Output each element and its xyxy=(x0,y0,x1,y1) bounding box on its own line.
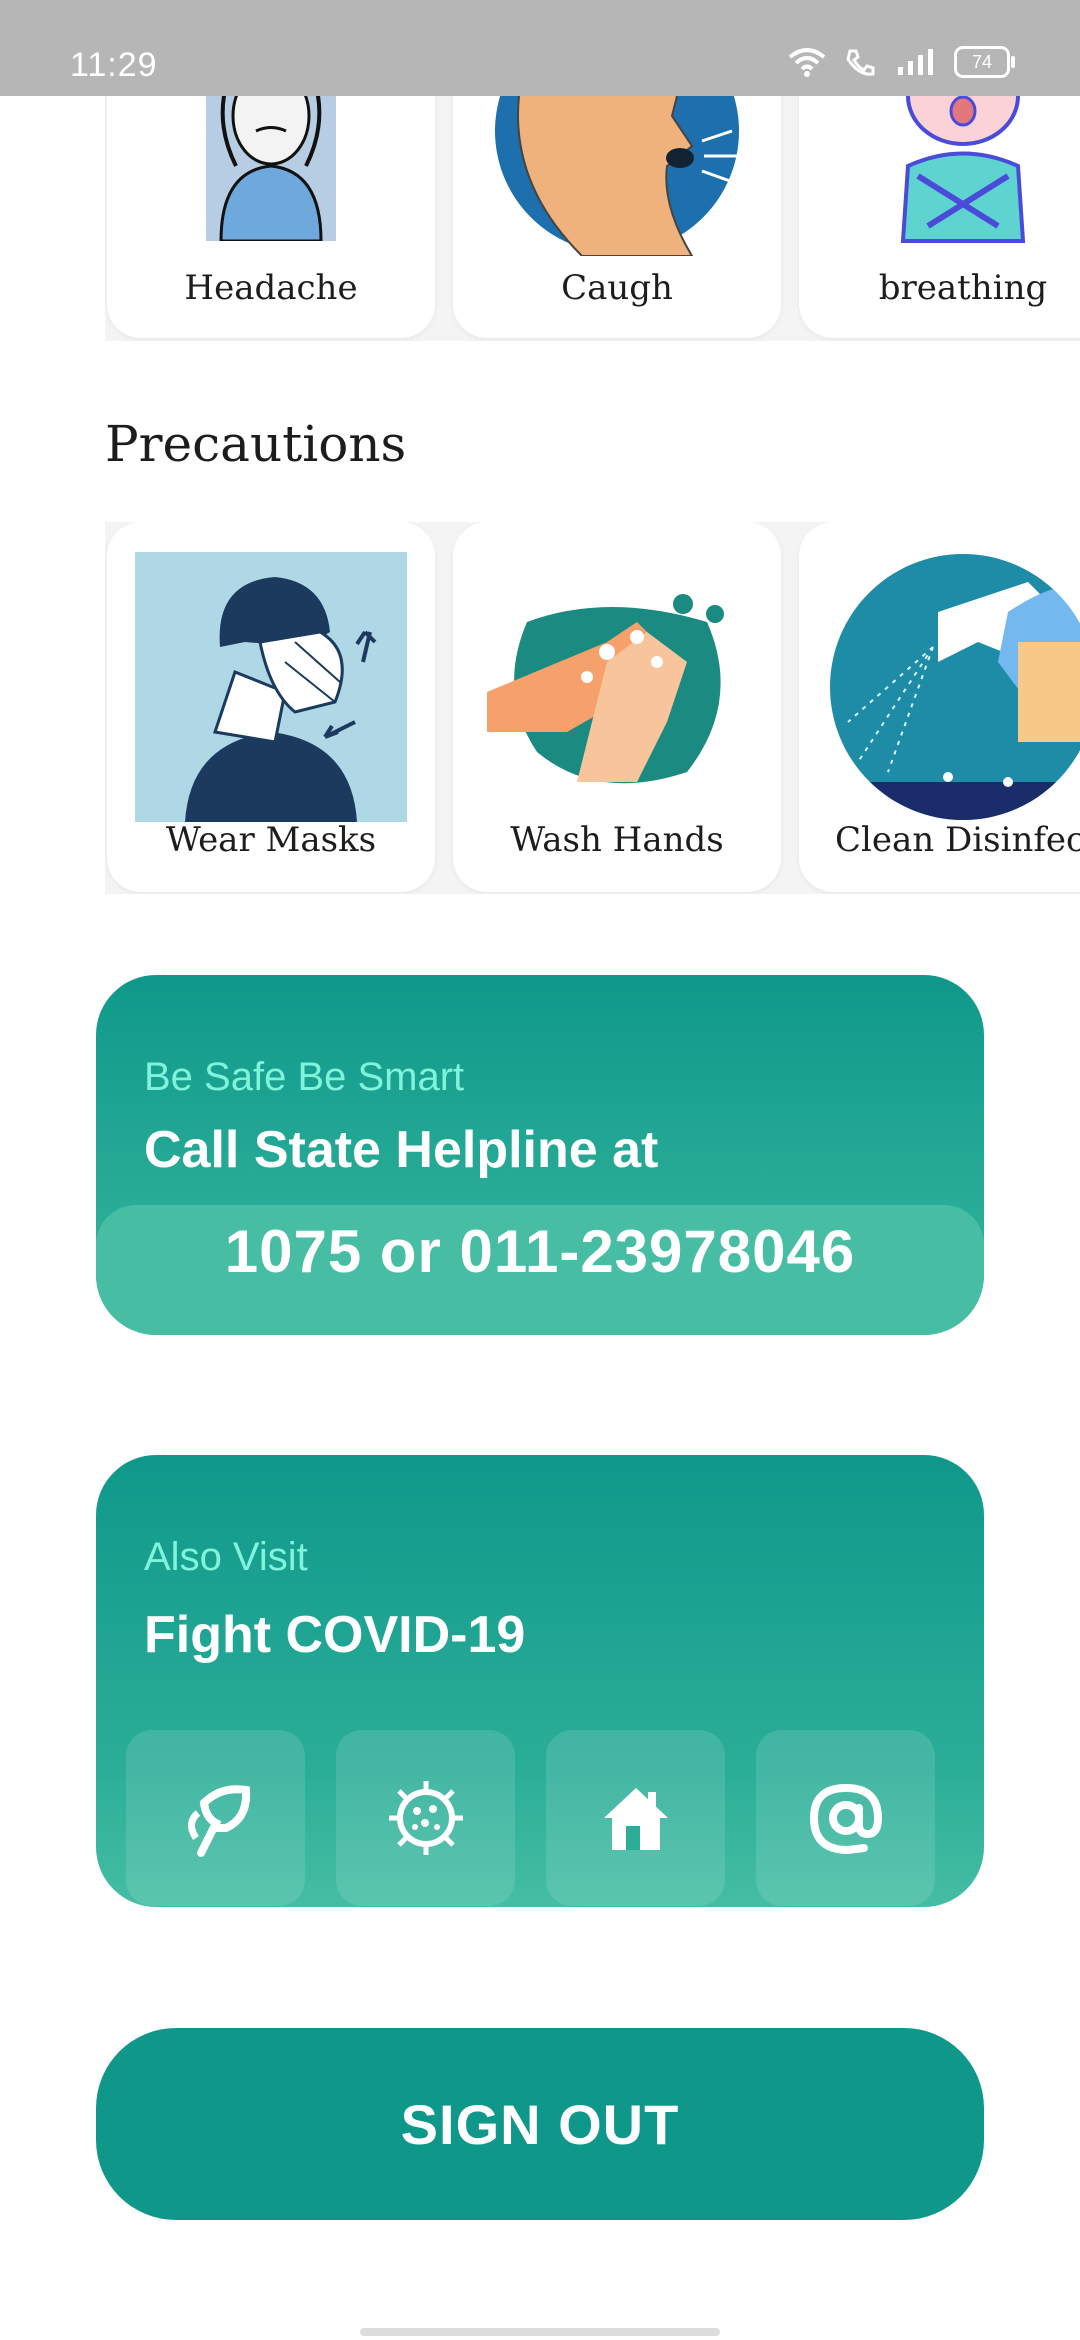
status-time: 11:29 xyxy=(70,46,158,84)
visit-link-virus[interactable] xyxy=(336,1730,515,1906)
precaution-card-masks[interactable]: Wear Masks xyxy=(107,522,435,892)
status-bar: 11:29 74 xyxy=(0,0,1080,96)
section-title-precautions: Precautions xyxy=(105,415,407,473)
visit-link-home[interactable] xyxy=(546,1730,725,1906)
wifi-icon xyxy=(788,48,826,77)
cough-illustration xyxy=(495,96,739,256)
helpline-heading: Call State Helpline at xyxy=(144,1121,659,1179)
breathing-illustration xyxy=(900,96,1026,243)
signal-icon xyxy=(898,49,933,75)
also-visit-card: Also Visit Fight COVID-19 xyxy=(96,1455,984,1907)
virus-icon xyxy=(388,1781,463,1855)
sign-out-button[interactable]: SIGN OUT xyxy=(96,2028,984,2220)
precaution-label: Clean Disinfect xyxy=(835,820,1080,860)
precaution-card-disinfect[interactable]: Clean Disinfect xyxy=(799,522,1080,892)
visit-kicker: Also Visit xyxy=(144,1535,308,1579)
symptom-card-cough[interactable]: Caugh xyxy=(453,96,781,338)
precaution-label: Wash Hands xyxy=(510,820,724,860)
call-icon xyxy=(846,49,875,76)
symptom-label: Caugh xyxy=(561,268,673,308)
visit-link-email[interactable] xyxy=(756,1730,935,1906)
battery-icon: 74 xyxy=(954,46,1015,78)
leaf-icon xyxy=(187,1785,250,1857)
symptom-label: Headache xyxy=(184,268,358,308)
precaution-card-hands[interactable]: Wash Hands xyxy=(453,522,781,892)
headache-illustration xyxy=(206,96,336,241)
visit-links xyxy=(126,1730,935,1906)
wash-hands-illustration xyxy=(487,594,724,784)
disinfect-illustration xyxy=(830,554,1080,820)
precaution-label: Wear Masks xyxy=(165,820,377,860)
visit-heading: Fight COVID-19 xyxy=(144,1606,526,1664)
helpline-number[interactable]: 1075 or 011-23978046 xyxy=(96,1217,984,1286)
mask-illustration xyxy=(135,552,407,822)
helpline-kicker: Be Safe Be Smart xyxy=(144,1055,465,1099)
precautions-carousel[interactable]: Wear Masks Wash Hands Clean Disinfect xyxy=(105,522,1080,894)
symptom-card-breathing[interactable]: breathing xyxy=(799,96,1080,338)
symptom-card-headache[interactable]: Headache xyxy=(107,96,435,338)
symptoms-carousel[interactable]: Headache Caugh breathing xyxy=(105,96,1080,341)
at-sign-icon xyxy=(809,1783,882,1855)
symptom-label: breathing xyxy=(878,268,1048,308)
status-icons: 74 xyxy=(788,46,1015,78)
home-icon xyxy=(603,1788,668,1850)
helpline-card: Be Safe Be Smart Call State Helpline at … xyxy=(96,975,984,1335)
visit-link-leaf[interactable] xyxy=(126,1730,305,1906)
home-indicator[interactable] xyxy=(360,2328,720,2336)
